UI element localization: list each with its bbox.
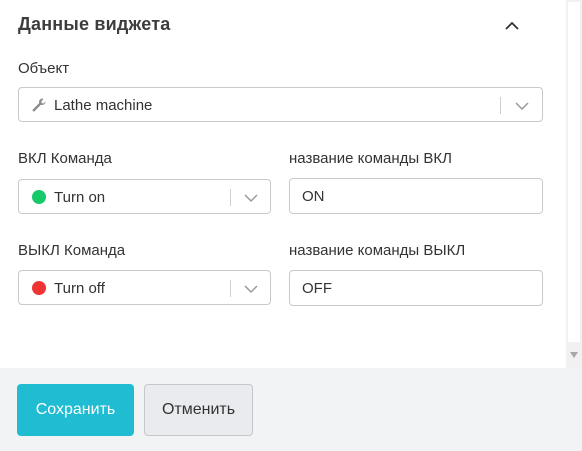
off-command-value: Turn off [54, 280, 105, 297]
chevron-up-icon[interactable] [502, 16, 522, 36]
scroll-down-arrow-icon[interactable] [570, 352, 578, 358]
on-command-value: Turn on [54, 189, 106, 206]
widget-settings-panel: Данные виджета Объект Lathe machine ВКЛ … [0, 0, 566, 368]
chevron-down-icon[interactable] [513, 97, 531, 115]
section-header: Данные виджета [18, 14, 548, 38]
select-separator [500, 97, 501, 114]
on-command-label: ВКЛ Команда [18, 150, 112, 167]
on-command-name-input[interactable] [289, 178, 543, 214]
object-value: Lathe machine [54, 97, 153, 114]
object-select[interactable]: Lathe machine [18, 87, 543, 122]
scrollbar[interactable] [566, 0, 582, 368]
off-command-select[interactable]: Turn off [18, 270, 271, 305]
section-title: Данные виджета [18, 14, 171, 34]
save-button[interactable]: Сохранить [17, 384, 134, 436]
off-command-name-input[interactable] [289, 270, 543, 306]
object-label: Объект [18, 60, 70, 77]
scrollbar-thumb[interactable] [568, 2, 580, 342]
off-command-label: ВЫКЛ Команда [18, 242, 126, 259]
on-command-select[interactable]: Turn on [18, 179, 271, 214]
cancel-button[interactable]: Отменить [144, 384, 253, 436]
chevron-down-icon[interactable] [242, 189, 260, 207]
dialog-footer: Сохранить Отменить [0, 368, 582, 451]
chevron-down-icon[interactable] [242, 280, 260, 298]
on-command-name-label: название команды ВКЛ [289, 150, 452, 167]
select-separator [230, 189, 231, 206]
wrench-icon [32, 98, 46, 112]
off-command-name-label: название команды ВЫКЛ [289, 242, 466, 259]
select-separator [230, 280, 231, 297]
status-dot-red-icon [32, 281, 46, 295]
status-dot-green-icon [32, 190, 46, 204]
